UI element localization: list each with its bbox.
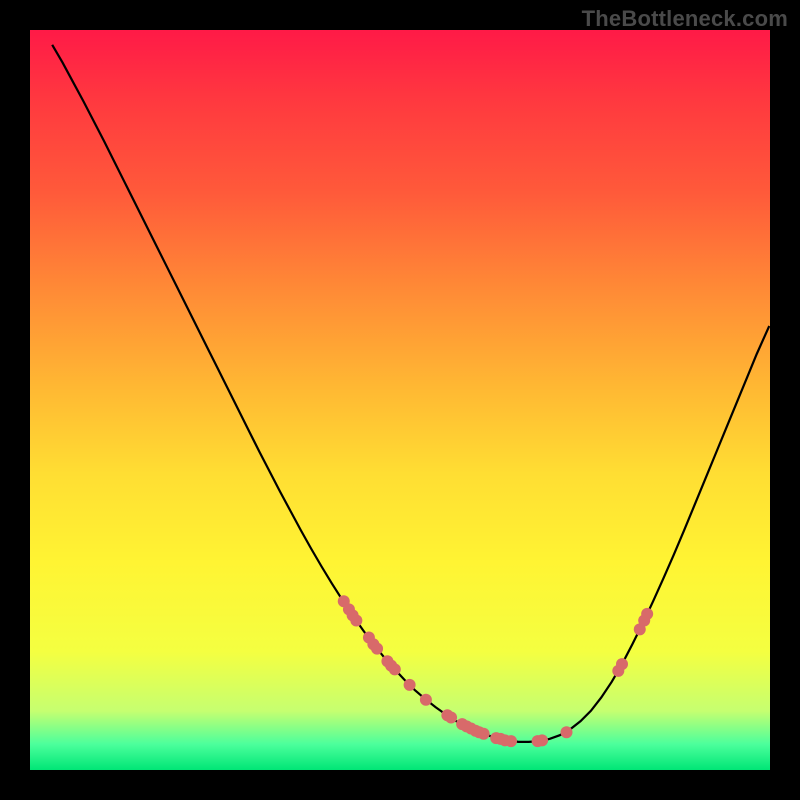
chart-points [338, 595, 653, 747]
chart-point [616, 658, 628, 670]
chart-point [371, 643, 383, 655]
chart-point [350, 615, 362, 627]
watermark: TheBottleneck.com [582, 6, 788, 32]
chart-point [445, 711, 457, 723]
chart-point [536, 734, 548, 746]
chart-frame [30, 30, 770, 770]
chart-point [641, 608, 653, 620]
chart-point [561, 726, 573, 738]
chart-point [420, 694, 432, 706]
chart-point [389, 663, 401, 675]
chart-curve [52, 45, 769, 742]
chart-plot [30, 30, 770, 770]
chart-point [505, 735, 517, 747]
chart-point [478, 728, 490, 740]
chart-point [404, 679, 416, 691]
